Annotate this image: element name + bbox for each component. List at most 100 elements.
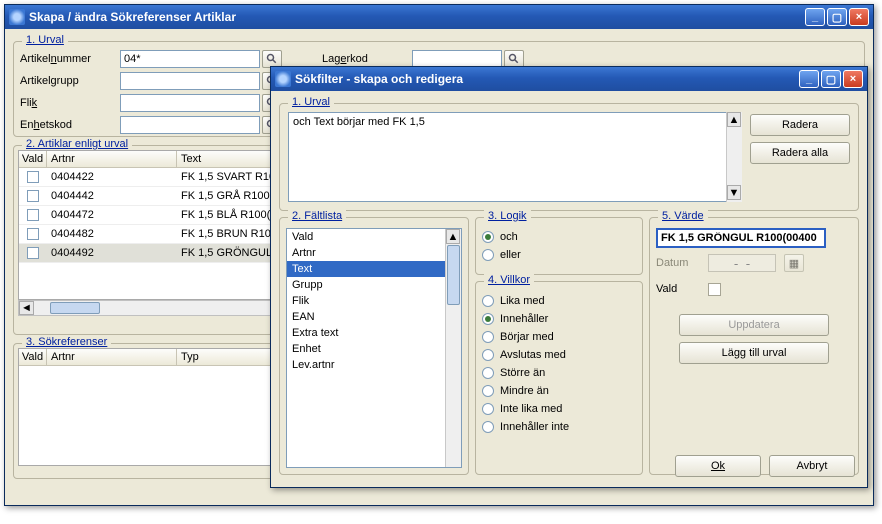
cell-artnr: 0404442 xyxy=(47,189,177,203)
radio-och[interactable]: och xyxy=(482,228,636,246)
radio-villkor[interactable]: Börjar med xyxy=(482,328,636,346)
artikelgrupp-input[interactable] xyxy=(120,72,260,90)
dialog-close-button[interactable]: × xyxy=(843,70,863,88)
row-checkbox[interactable] xyxy=(27,209,39,221)
urval-textarea[interactable]: och Text börjar med FK 1,5 xyxy=(288,112,742,202)
minimize-button[interactable]: _ xyxy=(805,8,825,26)
dialog-maximize-button[interactable]: ▢ xyxy=(821,70,841,88)
urval-legend: 1. Urval xyxy=(22,34,68,46)
artiklar-hscroll[interactable]: ◄► xyxy=(18,300,288,316)
cell-artnr: 0404472 xyxy=(47,208,177,222)
table-row[interactable]: 0404422FK 1,5 SVART R100 xyxy=(19,168,287,187)
sokref-legend: 3. Sökreferenser xyxy=(22,336,111,348)
radio-och-label: och xyxy=(500,231,518,243)
row-checkbox[interactable] xyxy=(27,228,39,240)
faltlista-panel: 2. Fältlista ValdArtnrTextGruppFlikEANEx… xyxy=(279,217,469,475)
row-checkbox[interactable] xyxy=(27,190,39,202)
datum-input[interactable] xyxy=(708,254,776,272)
datum-label: Datum xyxy=(656,257,702,269)
lagg-till-urval-button[interactable]: Lägg till urval xyxy=(679,342,829,364)
col-artnr2[interactable]: Artnr xyxy=(47,349,177,365)
radio-villkor[interactable]: Mindre än xyxy=(482,382,636,400)
radera-button[interactable]: Radera xyxy=(750,114,850,136)
dialog-minimize-button[interactable]: _ xyxy=(799,70,819,88)
cell-artnr: 0404422 xyxy=(47,170,177,184)
sokfilter-dialog: Sökfilter - skapa och redigera _ ▢ × 1. … xyxy=(270,66,868,488)
table-row[interactable]: 0404482FK 1,5 BRUN R100 (0 xyxy=(19,225,287,244)
table-row[interactable]: 0404472FK 1,5 BLÅ R100(00 xyxy=(19,206,287,225)
app-icon xyxy=(9,9,25,25)
scroll-up-icon[interactable]: ▲ xyxy=(727,112,741,127)
enhetskod-input[interactable] xyxy=(120,116,260,134)
list-item[interactable]: Lev.artnr xyxy=(287,357,461,373)
artikelnummer-input[interactable] xyxy=(120,50,260,68)
col-vald[interactable]: Vald xyxy=(19,151,47,167)
varde-input[interactable] xyxy=(656,228,826,248)
radio-villkor[interactable]: Lika med xyxy=(482,292,636,310)
dlg-urval-fieldset: 1. Urval och Text börjar med FK 1,5 ▲ ▼ … xyxy=(279,103,859,211)
urval-vscroll[interactable]: ▲ ▼ xyxy=(726,112,742,202)
radio-villkor[interactable]: Avslutas med xyxy=(482,346,636,364)
list-item[interactable]: Enhet xyxy=(287,341,461,357)
faltlista-vscroll[interactable]: ▲ xyxy=(445,229,461,467)
radera-alla-button[interactable]: Radera alla xyxy=(750,142,850,164)
row-checkbox[interactable] xyxy=(27,171,39,183)
flik-input[interactable] xyxy=(120,94,260,112)
radio-label: Mindre än xyxy=(500,385,549,397)
cell-artnr: 0404482 xyxy=(47,227,177,241)
label-artikelnummer: Artikelnummer xyxy=(20,53,120,65)
radio-villkor[interactable]: Inte lika med xyxy=(482,400,636,418)
radio-label: Avslutas med xyxy=(500,349,566,361)
dlg-urval-legend: 1. Urval xyxy=(288,96,334,108)
sokref-fieldset: 3. Sökreferenser Vald Artnr Typ xyxy=(13,343,293,479)
avbryt-button[interactable]: Avbryt xyxy=(769,455,855,477)
list-item[interactable]: Artnr xyxy=(287,245,461,261)
vald-label: Vald xyxy=(656,283,702,295)
logik-panel: 3. Logik och eller xyxy=(475,217,643,275)
table-row[interactable]: 0404442FK 1,5 GRÅ R100 xyxy=(19,187,287,206)
artiklar-legend: 2. Artiklar enligt urval xyxy=(22,138,132,150)
list-item[interactable]: Vald xyxy=(287,229,461,245)
label-enhetskod: Enhetskod xyxy=(20,119,120,131)
radio-eller[interactable]: eller xyxy=(482,246,636,264)
faltlista-listbox[interactable]: ValdArtnrTextGruppFlikEANExtra textEnhet… xyxy=(286,228,462,468)
list-item[interactable]: EAN xyxy=(287,309,461,325)
villkor-panel: 4. Villkor Lika medInnehållerBörjar medA… xyxy=(475,281,643,475)
list-item[interactable]: Extra text xyxy=(287,325,461,341)
cell-artnr: 0404492 xyxy=(47,246,177,260)
dialog-icon xyxy=(275,71,291,87)
row-checkbox[interactable] xyxy=(27,247,39,259)
radio-villkor[interactable]: Innehåller xyxy=(482,310,636,328)
maximize-button[interactable]: ▢ xyxy=(827,8,847,26)
artiklar-fieldset: 2. Artiklar enligt urval Vald Artnr Text… xyxy=(13,145,293,335)
dialog-titlebar: Sökfilter - skapa och redigera _ ▢ × xyxy=(271,67,867,91)
label-lagerkod: Lagerkod xyxy=(322,53,412,65)
uppdatera-button[interactable]: Uppdatera xyxy=(679,314,829,336)
ok-button[interactable]: Ok xyxy=(675,455,761,477)
logik-legend: 3. Logik xyxy=(484,210,531,222)
col-artnr[interactable]: Artnr xyxy=(47,151,177,167)
col-vald2[interactable]: Vald xyxy=(19,349,47,365)
dialog-content: 1. Urval och Text börjar med FK 1,5 ▲ ▼ … xyxy=(271,91,867,487)
calendar-icon: ▦ xyxy=(784,254,804,272)
radio-label: Börjar med xyxy=(500,331,554,343)
list-item[interactable]: Text xyxy=(287,261,461,277)
radio-label: Innehåller xyxy=(500,313,548,325)
radio-villkor[interactable]: Innehåller inte xyxy=(482,418,636,436)
vald-checkbox[interactable] xyxy=(708,283,721,296)
faltlista-legend: 2. Fältlista xyxy=(288,210,346,222)
radio-label: Innehåller inte xyxy=(500,421,569,433)
scroll-down-icon[interactable]: ▼ xyxy=(727,185,741,200)
varde-legend: 5. Värde xyxy=(658,210,708,222)
table-row[interactable]: 0404492FK 1,5 GRÖNGUL R1 xyxy=(19,244,287,263)
label-flik: Flik xyxy=(20,97,120,109)
radio-label: Lika med xyxy=(500,295,545,307)
artiklar-table: Vald Artnr Text 0404422FK 1,5 SVART R100… xyxy=(18,150,288,300)
list-item[interactable]: Grupp xyxy=(287,277,461,293)
radio-label: Inte lika med xyxy=(500,403,562,415)
radio-villkor[interactable]: Större än xyxy=(482,364,636,382)
close-button[interactable]: × xyxy=(849,8,869,26)
list-item[interactable]: Flik xyxy=(287,293,461,309)
radio-label: Större än xyxy=(500,367,545,379)
sokref-table: Vald Artnr Typ xyxy=(18,348,288,466)
